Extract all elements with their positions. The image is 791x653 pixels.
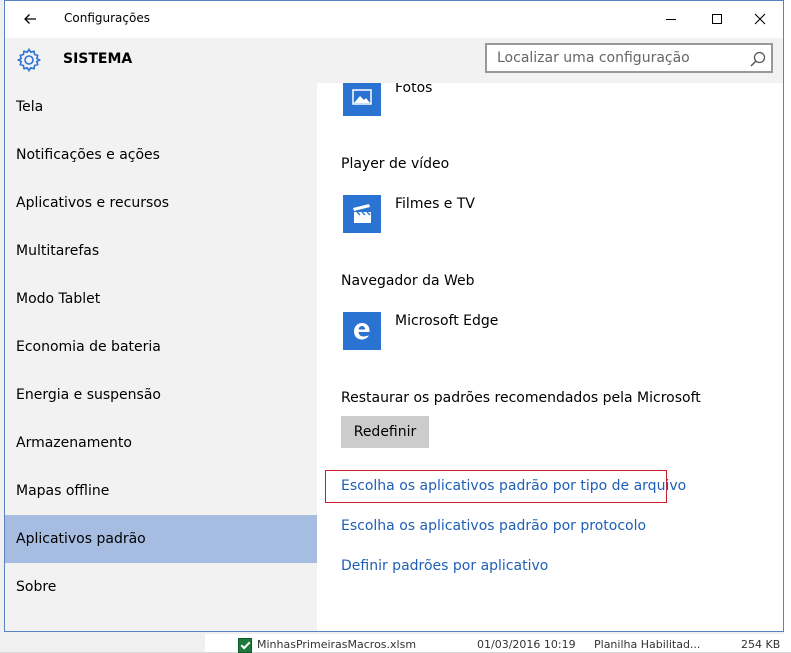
section-title: SISTEMA (63, 51, 133, 67)
sidebar-item-mapas-offline[interactable]: Mapas offline (5, 467, 317, 515)
sidebar-item-label: Tela (16, 99, 44, 115)
photos-app-name: Fotos (395, 83, 433, 96)
back-button[interactable] (17, 7, 43, 31)
maximize-button[interactable] (694, 5, 740, 33)
link-protocol-defaults[interactable]: Escolha os aplicativos padrão por protoc… (341, 518, 646, 534)
sidebar-item-label: Aplicativos e recursos (16, 195, 170, 211)
photos-app-button[interactable] (343, 83, 381, 116)
settings-window: Configurações SISTEMA Localizar uma conf… (4, 0, 784, 632)
film-clapper-icon (353, 204, 371, 223)
sidebar-item-aplicativos-padrao[interactable]: Aplicativos padrão (5, 515, 317, 563)
search-icon[interactable] (749, 50, 767, 68)
web-browser-label: Navegador da Web (341, 273, 475, 289)
search-input[interactable] (487, 45, 747, 71)
search-box[interactable] (485, 43, 773, 73)
link-app-defaults[interactable]: Definir padrões por aplicativo (341, 558, 548, 574)
settings-header: SISTEMA (5, 38, 783, 83)
web-app-button[interactable] (343, 312, 381, 350)
web-app-name: Microsoft Edge (395, 313, 499, 329)
background-window-edge (784, 0, 791, 652)
window-title: Configurações (64, 11, 150, 25)
maximize-icon (712, 14, 722, 24)
sidebar-item-label: Notificações e ações (16, 147, 160, 163)
sidebar-item-notificacoes[interactable]: Notificações e ações (5, 131, 317, 179)
sidebar-item-tela[interactable]: Tela (5, 83, 317, 131)
sidebar-item-armazenamento[interactable]: Armazenamento (5, 419, 317, 467)
sidebar-item-economia-bateria[interactable]: Economia de bateria (5, 323, 317, 371)
sidebar-item-label: Sobre (16, 579, 57, 595)
video-app-name: Filmes e TV (395, 196, 476, 212)
sidebar-item-aplicativos-recursos[interactable]: Aplicativos e recursos (5, 179, 317, 227)
back-arrow-icon (24, 14, 36, 24)
sidebar-item-label: Multitarefas (16, 243, 100, 259)
sidebar-item-label: Aplicativos padrão (16, 531, 146, 547)
background-file-row[interactable]: MinhasPrimeirasMacros.xlsm 01/03/2016 10… (205, 634, 791, 653)
minimize-button[interactable] (648, 5, 694, 33)
close-icon (754, 13, 766, 25)
title-bar: Configurações (5, 1, 783, 38)
excel-file-icon (238, 638, 252, 653)
file-type: Planilha Habilitad... (594, 638, 701, 651)
reset-label: Restaurar os padrões recomendados pela M… (341, 390, 701, 406)
sidebar-item-label: Mapas offline (16, 483, 110, 499)
sidebar-item-energia-suspensao[interactable]: Energia e suspensão (5, 371, 317, 419)
video-app-button[interactable] (343, 195, 381, 233)
sidebar-item-label: Armazenamento (16, 435, 132, 451)
sidebar-item-multitarefas[interactable]: Multitarefas (5, 227, 317, 275)
gear-icon (16, 48, 42, 72)
sidebar-item-label: Energia e suspensão (16, 387, 161, 403)
minimize-icon (666, 19, 676, 20)
sidebar-item-label: Economia de bateria (16, 339, 161, 355)
sidebar-item-sobre[interactable]: Sobre (5, 563, 317, 611)
photos-icon (352, 89, 372, 105)
video-player-label: Player de vídeo (341, 156, 450, 172)
sidebar-item-modo-tablet[interactable]: Modo Tablet (5, 275, 317, 323)
sidebar: Tela Notificações e ações Aplicativos e … (5, 83, 317, 631)
file-name: MinhasPrimeirasMacros.xlsm (257, 638, 417, 651)
link-file-type-defaults[interactable]: Escolha os aplicativos padrão por tipo d… (341, 478, 686, 494)
file-date: 01/03/2016 10:19 (477, 638, 576, 651)
edge-icon (354, 323, 370, 340)
file-size: 254 KB (741, 638, 781, 651)
sidebar-item-label: Modo Tablet (16, 291, 101, 307)
reset-button[interactable]: Redefinir (341, 416, 429, 448)
content-panel: Fotos Player de vídeo Filmes e TV Navega… (317, 83, 783, 631)
close-button[interactable] (737, 5, 783, 33)
